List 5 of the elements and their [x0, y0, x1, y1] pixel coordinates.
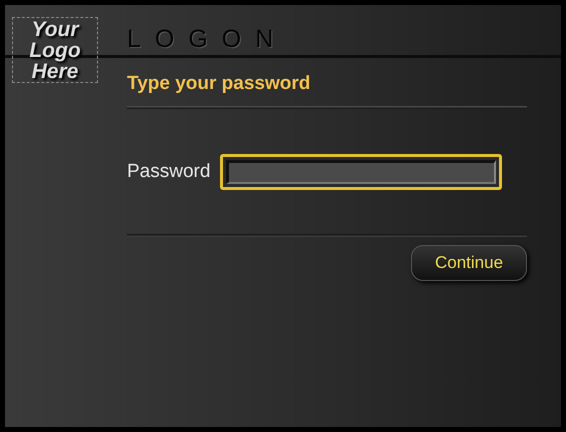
continue-button[interactable]: Continue	[411, 245, 527, 281]
field-label: Password	[127, 161, 210, 183]
logo-text: Your Logo Here	[29, 18, 81, 82]
section-heading: Type your password	[127, 73, 312, 95]
password-field[interactable]	[220, 154, 502, 190]
